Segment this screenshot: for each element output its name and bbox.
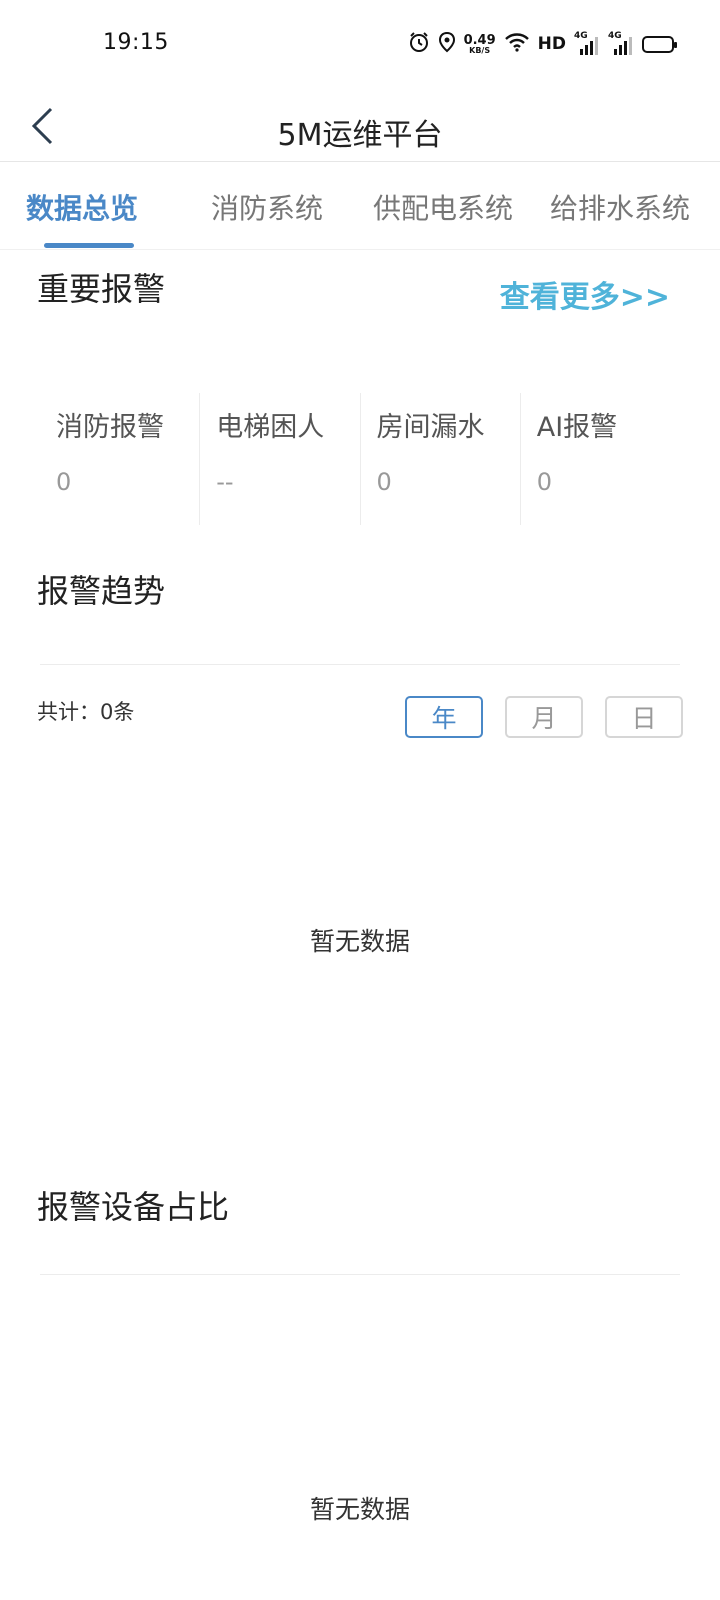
alarm-value: 0 <box>536 468 553 496</box>
device-ratio-title: 报警设备占比 <box>37 1188 230 1226</box>
status-icons: 0.49 KB/S HD 4G 4G <box>408 28 677 60</box>
alarm-summary: 消防报警 0 电梯困人 -- 房间漏水 0 AI报警 0 <box>40 393 680 525</box>
alarm-label: 电梯困人 <box>216 412 325 443</box>
alarm-value: 0 <box>56 468 72 496</box>
trend-empty-text: 暂无数据 <box>309 927 410 956</box>
location-icon <box>438 31 456 57</box>
status-bar: 19:15 0.49 KB/S HD 4G 4G <box>0 0 720 92</box>
alarm-label: 房间漏水 <box>376 412 485 443</box>
signal-icon: 4G <box>574 31 600 55</box>
alarm-fire[interactable]: 消防报警 0 <box>40 393 201 525</box>
battery-icon <box>642 35 677 53</box>
alarm-total: 共计：0条 <box>37 700 135 724</box>
tab-bar: 数据总览 消防系统 供配电系统 给排水系统 <box>0 163 720 250</box>
tab-data-overview[interactable]: 数据总览 <box>26 187 138 227</box>
alarm-ai[interactable]: AI报警 0 <box>521 393 680 525</box>
alarm-trend-title: 报警趋势 <box>37 572 166 610</box>
status-time: 19:15 <box>103 30 169 55</box>
sim1-tag: 4G <box>574 31 588 41</box>
divider <box>40 1274 680 1275</box>
period-month-button[interactable]: 月 <box>505 696 583 738</box>
hd-label: HD <box>537 34 566 54</box>
period-year-button[interactable]: 年 <box>405 696 483 738</box>
alarm-value: -- <box>216 468 234 496</box>
period-day-button[interactable]: 日 <box>605 696 683 738</box>
ratio-empty-text: 暂无数据 <box>309 1495 410 1524</box>
wifi-icon <box>504 32 530 56</box>
alarm-elevator[interactable]: 电梯困人 -- <box>200 393 361 525</box>
net-speed-unit: KB/S <box>469 45 491 55</box>
net-speed-value: 0.49 <box>463 32 496 48</box>
network-speed: 0.49 KB/S <box>464 34 496 55</box>
signal-icon: 4G <box>608 31 634 55</box>
page-title: 5M运维平台 <box>277 118 443 153</box>
alarm-water-leak[interactable]: 房间漏水 0 <box>361 393 521 525</box>
sim2-tag: 4G <box>608 31 622 41</box>
important-alarms-title: 重要报警 <box>37 270 166 308</box>
alarm-label: AI报警 <box>536 412 618 443</box>
tab-fire-system[interactable]: 消防系统 <box>211 187 323 227</box>
divider <box>40 664 680 665</box>
active-tab-indicator <box>44 243 134 248</box>
view-more-link[interactable]: 查看更多>> <box>500 272 670 316</box>
alarm-value: 0 <box>376 468 392 496</box>
tab-power-system[interactable]: 供配电系统 <box>373 187 513 227</box>
alarm-label: 消防报警 <box>56 412 164 443</box>
tab-water-system[interactable]: 给排水系统 <box>550 187 690 227</box>
nav-bar: 5M运维平台 <box>0 92 720 162</box>
alarm-clock-icon <box>408 31 430 57</box>
